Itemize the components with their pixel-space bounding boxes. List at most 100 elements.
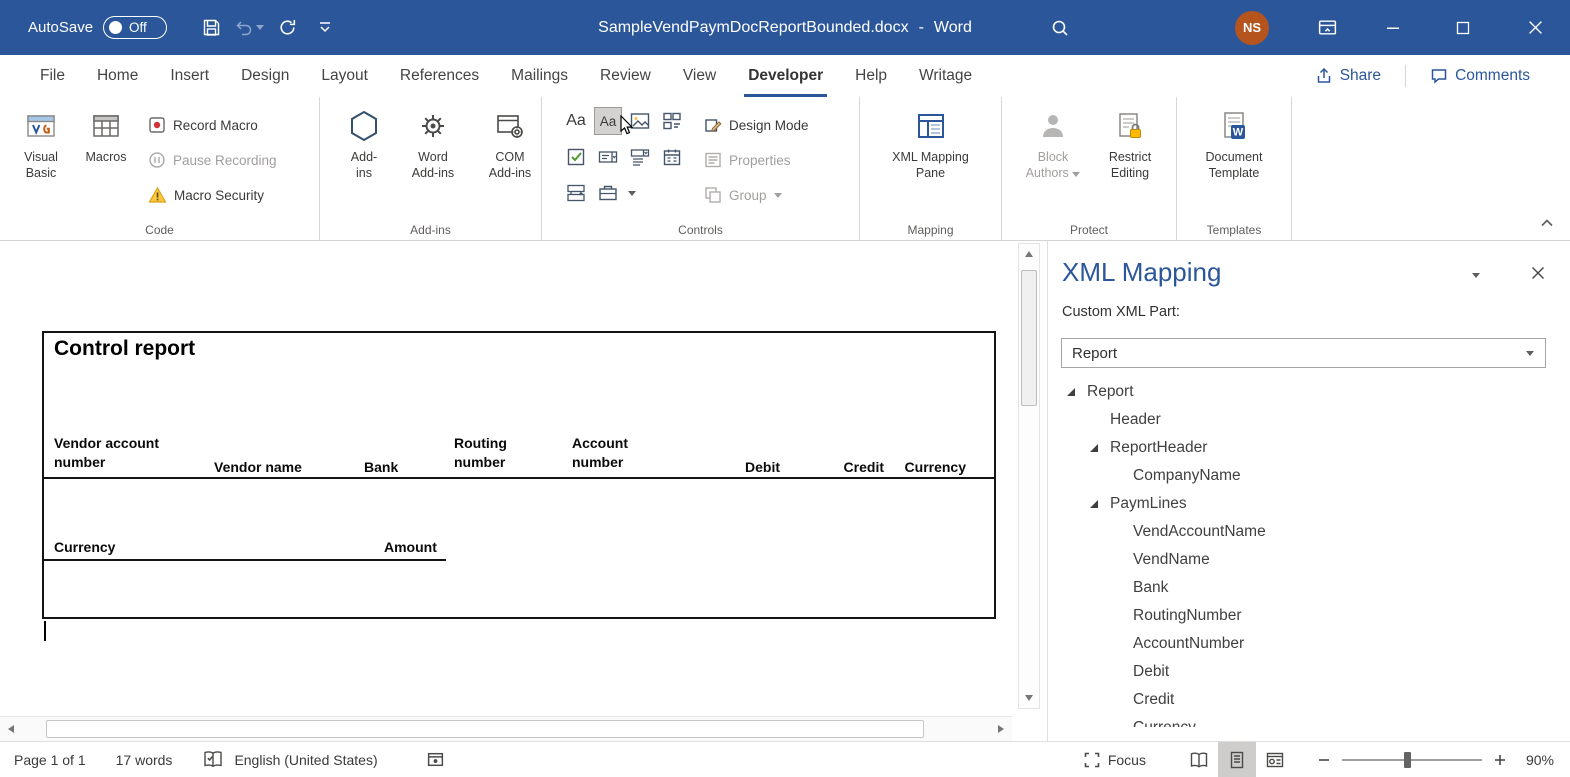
customize-qat-button[interactable]: [307, 8, 343, 48]
xml-tree-node-debit[interactable]: Debit: [1048, 658, 1566, 686]
building-block-gallery-control-button[interactable]: [658, 107, 686, 135]
legacy-tools-dropdown[interactable]: [626, 179, 654, 207]
print-layout-button[interactable]: [1217, 742, 1256, 777]
xml-tree-node-reportheader[interactable]: ReportHeader: [1048, 434, 1566, 462]
share-button[interactable]: Share: [1301, 67, 1395, 85]
repeating-section-content-control-button[interactable]: [562, 179, 590, 207]
scroll-right-button[interactable]: [992, 717, 1010, 741]
document-template-button[interactable]: W Document Template: [1192, 105, 1276, 181]
zoom-slider-thumb[interactable]: [1403, 751, 1411, 768]
combo-box-content-control-button[interactable]: [594, 143, 622, 171]
tab-writage[interactable]: Writage: [903, 55, 988, 97]
dropdown-list-content-control-button[interactable]: [626, 143, 654, 171]
visual-basic-button[interactable]: Visual Basic: [14, 105, 68, 181]
page-indicator[interactable]: Page 1 of 1: [14, 752, 86, 768]
xml-mapping-pane-button[interactable]: XML Mapping Pane: [883, 105, 979, 181]
close-button[interactable]: [1500, 0, 1570, 55]
restrict-editing-button[interactable]: Restrict Editing: [1100, 105, 1160, 181]
xml-tree-node-currency[interactable]: Currency: [1048, 714, 1566, 727]
zoom-level[interactable]: 90%: [1526, 752, 1554, 768]
pause-recording-button[interactable]: Pause Recording: [144, 146, 281, 174]
horizontal-scrollbar[interactable]: [0, 716, 1012, 741]
rich-text-content-control-button[interactable]: Aa: [562, 107, 590, 135]
repeat-button[interactable]: [269, 8, 305, 48]
vertical-scrollbar-thumb[interactable]: [1021, 270, 1037, 406]
col-header-bank: Bank: [364, 459, 399, 475]
language-indicator[interactable]: English (United States): [234, 752, 377, 768]
xml-tree-node-report[interactable]: Report: [1048, 378, 1566, 406]
undo-button[interactable]: [231, 8, 267, 48]
scroll-left-button[interactable]: [2, 717, 20, 741]
tab-references[interactable]: References: [384, 55, 495, 97]
ribbon-display-options-button[interactable]: [1305, 0, 1349, 55]
zoom-slider-track[interactable]: [1341, 758, 1482, 761]
checkbox-content-control-button[interactable]: [562, 143, 590, 171]
addins-button[interactable]: Add- ins: [340, 105, 388, 181]
macro-security-button[interactable]: Macro Security: [144, 181, 281, 209]
read-mode-button[interactable]: [1180, 742, 1218, 777]
custom-xml-part-select[interactable]: Report: [1061, 338, 1546, 368]
tab-design[interactable]: Design: [225, 55, 305, 97]
zoom-in-button[interactable]: [1494, 754, 1506, 766]
block-authors-icon: [1038, 105, 1068, 147]
pane-close-button[interactable]: [1524, 259, 1552, 287]
xml-tree-node-bank[interactable]: Bank: [1048, 574, 1566, 602]
account-avatar[interactable]: NS: [1232, 0, 1272, 55]
zoom-out-button[interactable]: [1318, 754, 1330, 766]
macros-button[interactable]: Macros: [80, 105, 132, 165]
design-mode-button[interactable]: Design Mode: [700, 111, 813, 139]
minimize-button[interactable]: [1360, 0, 1426, 55]
collapse-arrow-icon[interactable]: [1090, 444, 1110, 452]
tab-insert[interactable]: Insert: [154, 55, 225, 97]
maximize-button[interactable]: [1430, 0, 1496, 55]
comments-button[interactable]: Comments: [1416, 67, 1544, 85]
scroll-up-button[interactable]: [1019, 244, 1039, 264]
legacy-tools-icon: [599, 185, 617, 201]
legacy-tools-button[interactable]: [594, 179, 622, 207]
text-cursor: [44, 621, 46, 641]
xml-tree-node-credit[interactable]: Credit: [1048, 686, 1566, 714]
word-count[interactable]: 17 words: [116, 752, 173, 768]
search-button[interactable]: [1040, 0, 1080, 55]
web-layout-button[interactable]: [1256, 742, 1294, 777]
xml-tree-node-routingnumber[interactable]: RoutingNumber: [1048, 602, 1566, 630]
group-button[interactable]: Group: [700, 181, 813, 209]
vertical-scrollbar[interactable]: [1018, 243, 1040, 709]
tab-help[interactable]: Help: [839, 55, 903, 97]
com-addins-button[interactable]: COM Add-ins: [478, 105, 542, 181]
date-picker-content-control-button[interactable]: [658, 143, 686, 171]
xml-tree-node-header[interactable]: Header: [1048, 406, 1566, 434]
save-button[interactable]: [193, 8, 229, 48]
combo-dropdown-button[interactable]: [1516, 340, 1544, 366]
horizontal-scrollbar-thumb[interactable]: [46, 720, 924, 738]
block-authors-button[interactable]: Block Authors: [1024, 105, 1082, 181]
collapse-ribbon-button[interactable]: [1540, 214, 1554, 232]
word-addins-button[interactable]: Word Add-ins: [402, 105, 464, 181]
xml-tree-node-vendname[interactable]: VendName: [1048, 546, 1566, 574]
tab-home[interactable]: Home: [81, 55, 154, 97]
properties-button[interactable]: Properties: [700, 146, 813, 174]
zoom-slider[interactable]: [1341, 751, 1482, 768]
autosave-label: AutoSave: [28, 19, 94, 36]
focus-mode-button[interactable]: Focus: [1083, 751, 1146, 769]
xml-tree-node-companyname[interactable]: CompanyName: [1048, 462, 1566, 490]
tab-mailings[interactable]: Mailings: [495, 55, 584, 97]
xml-tree-node-accountnumber[interactable]: AccountNumber: [1048, 630, 1566, 658]
pane-options-button[interactable]: [1464, 263, 1488, 287]
tab-review[interactable]: Review: [584, 55, 667, 97]
tab-file[interactable]: File: [24, 55, 81, 97]
proofing-status-button[interactable]: [202, 750, 224, 769]
xml-tree-node-vendaccountname[interactable]: VendAccountName: [1048, 518, 1566, 546]
tab-developer[interactable]: Developer: [732, 55, 839, 97]
collapse-arrow-icon[interactable]: [1090, 500, 1110, 508]
autosave-toggle[interactable]: Off: [103, 16, 168, 39]
record-macro-button[interactable]: Record Macro: [144, 111, 281, 139]
collapse-arrow-icon[interactable]: [1067, 388, 1087, 396]
scroll-down-button[interactable]: [1019, 688, 1039, 708]
tab-view[interactable]: View: [667, 55, 732, 97]
macro-recording-status-button[interactable]: [426, 750, 445, 769]
tab-layout[interactable]: Layout: [305, 55, 384, 97]
xml-tree-node-paymlines[interactable]: PaymLines: [1048, 490, 1566, 518]
document-canvas[interactable]: Control report Vendor account number Ven…: [0, 241, 1047, 741]
plain-text-content-control-button[interactable]: Aa: [594, 107, 622, 135]
